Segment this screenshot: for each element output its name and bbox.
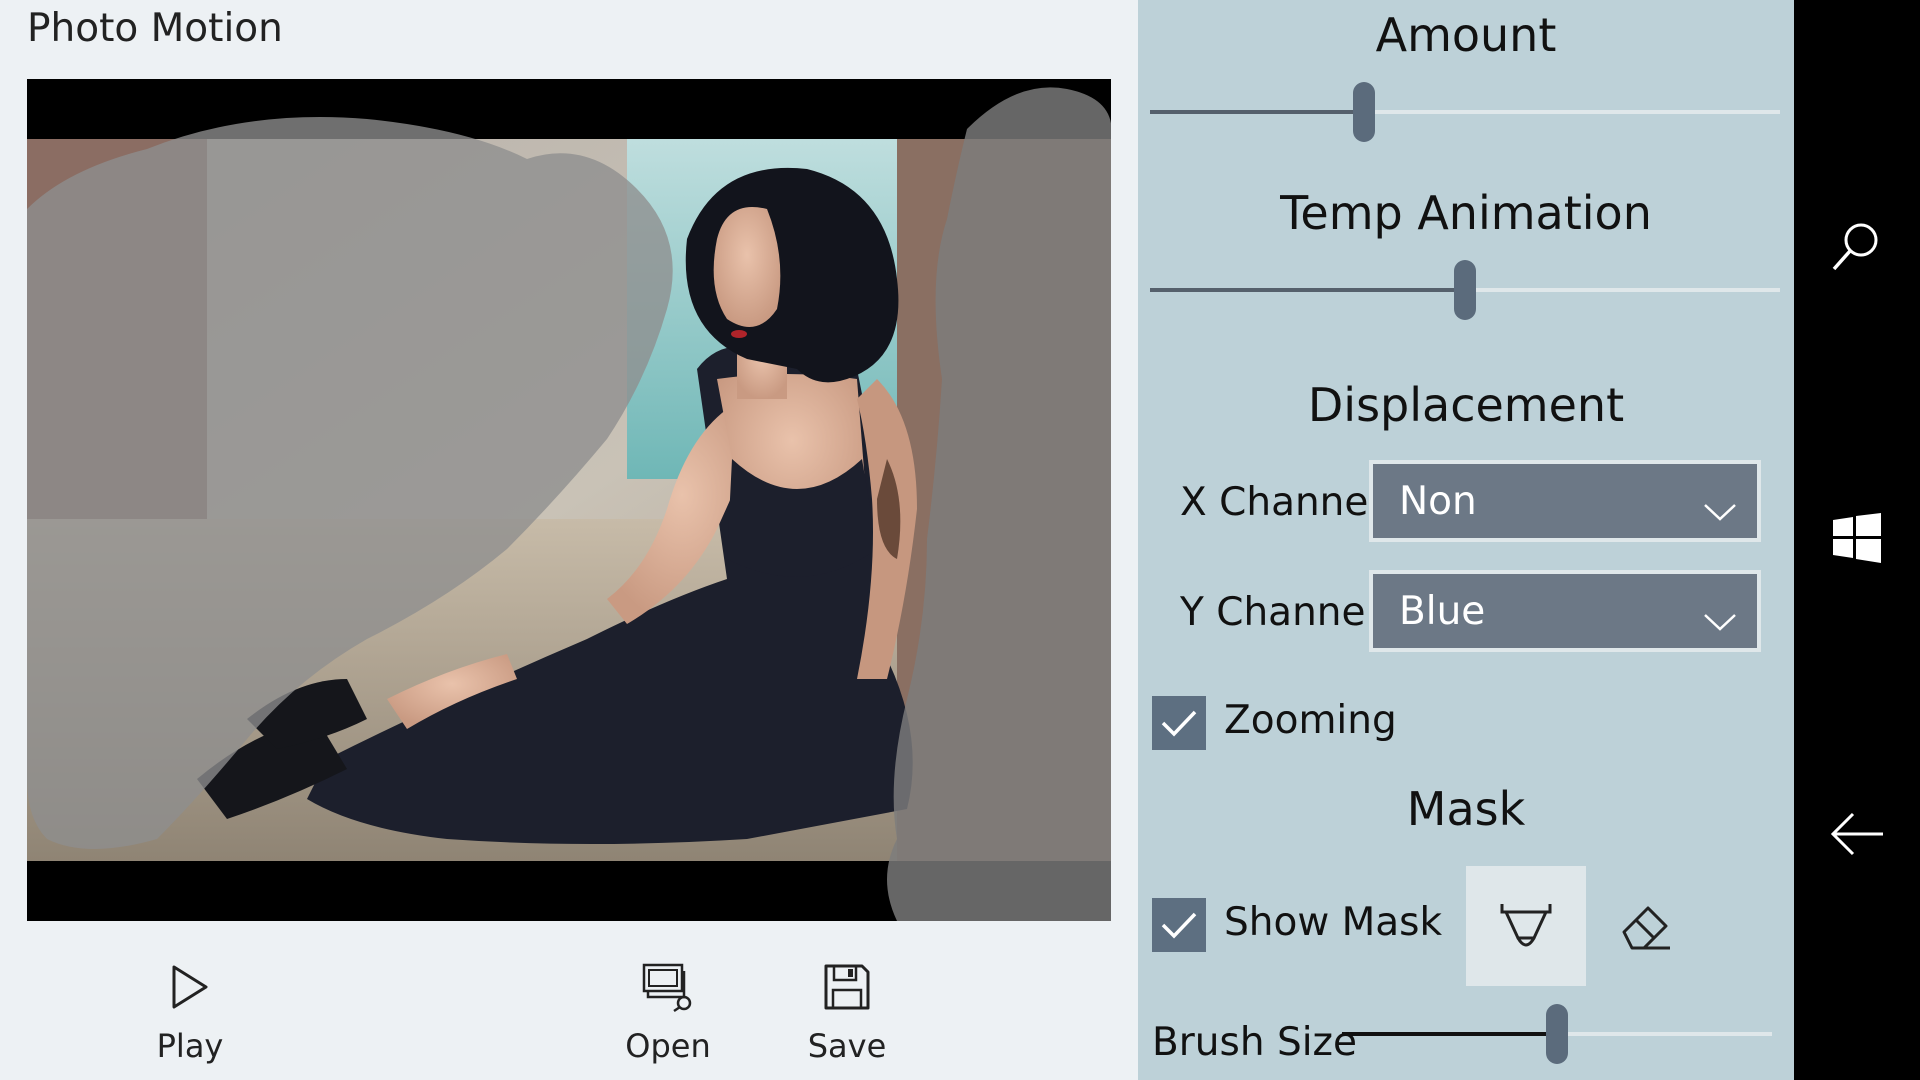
show-mask-label: Show Mask xyxy=(1224,900,1443,945)
x-channel-label: X Channel xyxy=(1180,480,1380,525)
amount-slider[interactable] xyxy=(1150,82,1780,142)
show-mask-checkbox[interactable] xyxy=(1152,898,1206,952)
temp-animation-slider-fill xyxy=(1150,288,1465,292)
brush-icon xyxy=(1500,904,1552,947)
y-channel-value: Blue xyxy=(1399,588,1486,634)
zooming-label: Zooming xyxy=(1224,698,1397,743)
x-channel-value: Non xyxy=(1399,478,1477,524)
save-label: Save xyxy=(807,1027,887,1065)
checkmark-icon xyxy=(1161,912,1197,939)
app-title: Photo Motion xyxy=(27,6,283,51)
back-arrow-icon xyxy=(1830,812,1883,856)
open-label: Open xyxy=(625,1027,711,1065)
chevron-down-icon xyxy=(1703,488,1737,533)
photo-image xyxy=(27,79,1111,921)
play-icon xyxy=(158,955,222,1019)
displacement-title: Displacement xyxy=(1307,378,1625,432)
brush-size-slider[interactable] xyxy=(1342,1004,1772,1064)
windows-start-button[interactable] xyxy=(1817,498,1897,578)
chevron-down-icon xyxy=(1703,598,1737,643)
eraser-tool-button[interactable] xyxy=(1586,866,1706,986)
brush-size-slider-fill xyxy=(1342,1032,1557,1036)
back-button[interactable] xyxy=(1817,794,1897,874)
floppy-disk-icon xyxy=(815,955,879,1019)
eraser-icon xyxy=(1622,906,1670,950)
y-channel-select[interactable]: Blue xyxy=(1369,570,1761,652)
brush-size-label: Brush Size xyxy=(1152,1020,1357,1065)
system-nav-bar xyxy=(1794,0,1920,1080)
photo-canvas[interactable] xyxy=(27,79,1111,921)
temp-animation-slider-thumb[interactable] xyxy=(1454,260,1476,320)
brush-size-slider-thumb[interactable] xyxy=(1546,1004,1568,1064)
save-button[interactable]: Save xyxy=(777,955,917,1075)
x-channel-select[interactable]: Non xyxy=(1369,460,1761,542)
temp-animation-slider[interactable] xyxy=(1150,260,1780,320)
search-button[interactable] xyxy=(1817,206,1897,286)
search-icon xyxy=(1832,223,1878,271)
open-button[interactable]: Open xyxy=(598,955,738,1075)
open-image-icon xyxy=(636,955,700,1019)
play-label: Play xyxy=(156,1027,224,1065)
amount-title: Amount xyxy=(1375,8,1557,62)
zooming-checkbox[interactable] xyxy=(1152,696,1206,750)
temp-animation-title: Temp Animation xyxy=(1280,186,1652,240)
mask-title: Mask xyxy=(1406,782,1526,836)
play-button[interactable]: Play xyxy=(120,955,260,1075)
brush-tool-button[interactable] xyxy=(1466,866,1586,986)
amount-slider-fill xyxy=(1150,110,1365,114)
checkmark-icon xyxy=(1161,710,1197,737)
windows-logo-icon xyxy=(1833,513,1881,563)
settings-panel: Amount Temp Animation Displacement X Cha… xyxy=(1138,0,1794,1080)
y-channel-label: Y Channel xyxy=(1180,590,1377,635)
amount-slider-thumb[interactable] xyxy=(1353,82,1376,142)
